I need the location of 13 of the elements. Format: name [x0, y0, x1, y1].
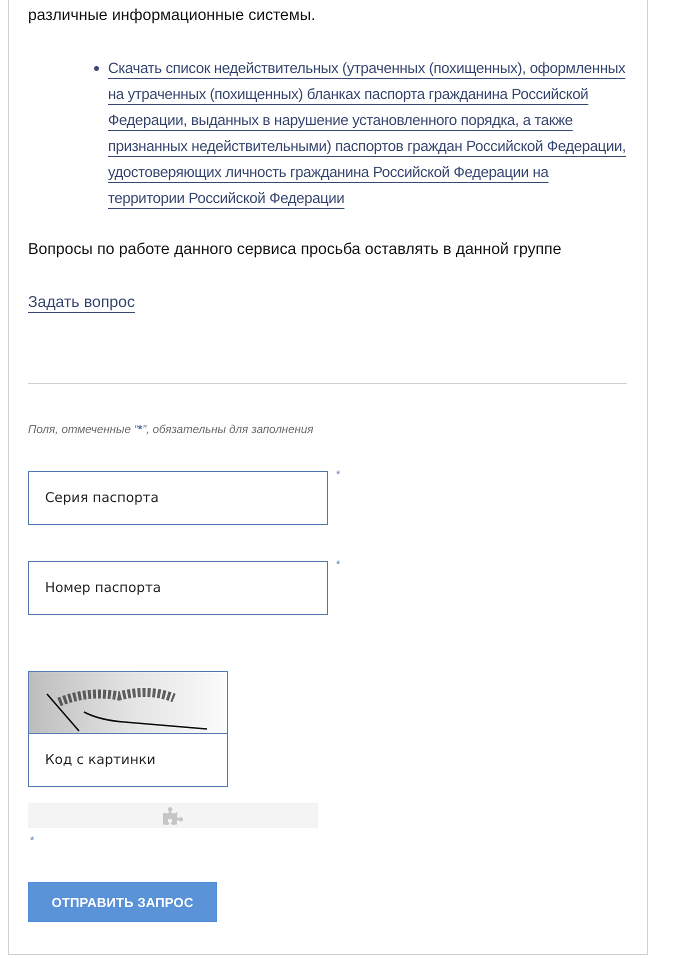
required-fields-note: Поля, отмеченные “*”, обязательны для заполнения: [28, 423, 314, 438]
required-mark: *: [336, 469, 340, 481]
questions-text: Вопросы по работе данного сервиса просьба оставлять в данной группе: [28, 240, 562, 260]
required-mark: *: [336, 559, 340, 571]
passport-field[interactable]: Номер паспорта: [28, 561, 328, 615]
download-link[interactable]: Скачать список недействительных (утраченных (похищенных), оформленных на утраченных (похищенных) бланках паспорта гражданина Российской Федерации, выданных в нарушение установленного порядка, а также признанных недействительными) паспортов граждан Российской Федерации, удостоверяющих личность гражданина Российской Федерации на территории Российской Федерации: [108, 56, 627, 212]
bullet-icon: [94, 66, 99, 71]
required-mark: *: [29, 835, 34, 847]
passport-field[interactable]: Серия паспорта: [28, 471, 328, 525]
puzzle-icon: [163, 806, 183, 826]
captcha-field[interactable]: Код с картинки: [28, 734, 228, 787]
ask-question-link[interactable]: Задать вопрос: [28, 292, 135, 314]
intro-text: различные информационные системы.: [28, 6, 316, 26]
